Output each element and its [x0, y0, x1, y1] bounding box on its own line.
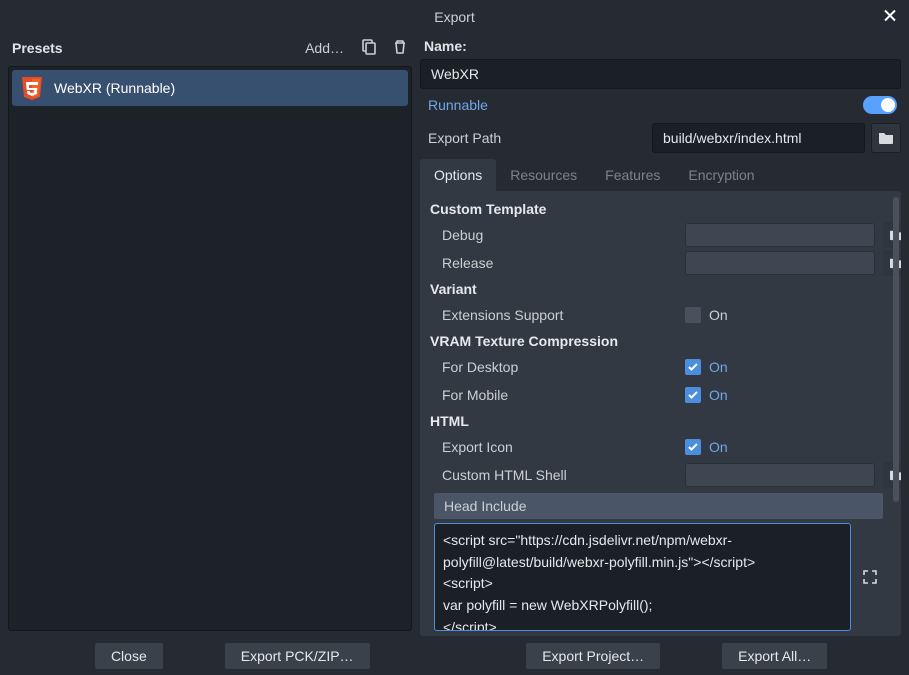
export-icon-state: On	[709, 439, 728, 455]
vram-mobile-checkbox[interactable]	[685, 387, 701, 403]
export-options-panel: Name: Runnable Export Path Options Resou…	[420, 33, 909, 636]
tab-resources[interactable]: Resources	[496, 159, 591, 191]
export-icon-label: Export Icon	[442, 439, 685, 455]
export-all-button[interactable]: Export All…	[721, 642, 828, 670]
extensions-support-state: On	[709, 307, 728, 323]
close-button[interactable]: Close	[94, 642, 164, 670]
html5-icon	[20, 74, 44, 102]
export-path-input[interactable]	[652, 123, 865, 153]
preset-item-webxr[interactable]: WebXR (Runnable)	[12, 70, 408, 106]
delete-preset-icon[interactable]	[388, 37, 412, 60]
window-title: Export	[434, 9, 474, 25]
extensions-support-label: Extensions Support	[442, 307, 685, 323]
extensions-support-checkbox[interactable]	[685, 307, 701, 323]
copy-preset-icon[interactable]	[356, 37, 380, 60]
preset-list[interactable]: WebXR (Runnable)	[8, 66, 412, 631]
scrollbar[interactable]	[893, 197, 899, 502]
tab-features[interactable]: Features	[591, 159, 674, 191]
expand-icon[interactable]	[857, 523, 883, 631]
export-pck-button[interactable]: Export PCK/ZIP…	[224, 642, 371, 670]
vram-mobile-state: On	[709, 387, 728, 403]
export-path-browse-icon[interactable]	[871, 123, 901, 153]
debug-label: Debug	[442, 227, 685, 243]
export-icon-checkbox[interactable]	[685, 439, 701, 455]
vram-desktop-checkbox[interactable]	[685, 359, 701, 375]
options-body: Custom Template Debug Release	[420, 191, 901, 636]
add-preset-button[interactable]: Add…	[301, 38, 348, 58]
release-input[interactable]	[685, 251, 875, 275]
name-input[interactable]	[420, 59, 901, 89]
export-path-label: Export Path	[420, 130, 646, 146]
preset-item-label: WebXR (Runnable)	[54, 80, 175, 96]
presets-header: Presets	[12, 40, 63, 56]
export-project-button[interactable]: Export Project…	[525, 642, 661, 670]
custom-shell-label: Custom HTML Shell	[442, 467, 685, 483]
tab-encryption[interactable]: Encryption	[674, 159, 768, 191]
debug-input[interactable]	[685, 223, 875, 247]
vram-desktop-state: On	[709, 359, 728, 375]
tabs: Options Resources Features Encryption	[420, 159, 901, 191]
section-vram: VRAM Texture Compression	[426, 329, 895, 353]
section-custom-template: Custom Template	[426, 197, 895, 221]
head-include-textarea[interactable]	[434, 523, 851, 631]
runnable-toggle[interactable]	[863, 96, 897, 114]
tab-options[interactable]: Options	[420, 159, 496, 191]
head-include-label: Head Include	[434, 493, 883, 519]
runnable-label: Runnable	[420, 97, 863, 113]
name-label: Name:	[420, 33, 901, 59]
vram-mobile-label: For Mobile	[442, 387, 685, 403]
section-html: HTML	[426, 409, 895, 433]
close-icon[interactable]	[883, 6, 897, 27]
custom-shell-input[interactable]	[685, 463, 875, 487]
section-variant: Variant	[426, 277, 895, 301]
titlebar: Export	[0, 0, 909, 33]
vram-desktop-label: For Desktop	[442, 359, 685, 375]
footer: Close Export PCK/ZIP… Export Project… Ex…	[0, 636, 909, 675]
release-label: Release	[442, 255, 685, 271]
presets-panel: Presets Add… WebXR (Runnable)	[0, 33, 420, 636]
